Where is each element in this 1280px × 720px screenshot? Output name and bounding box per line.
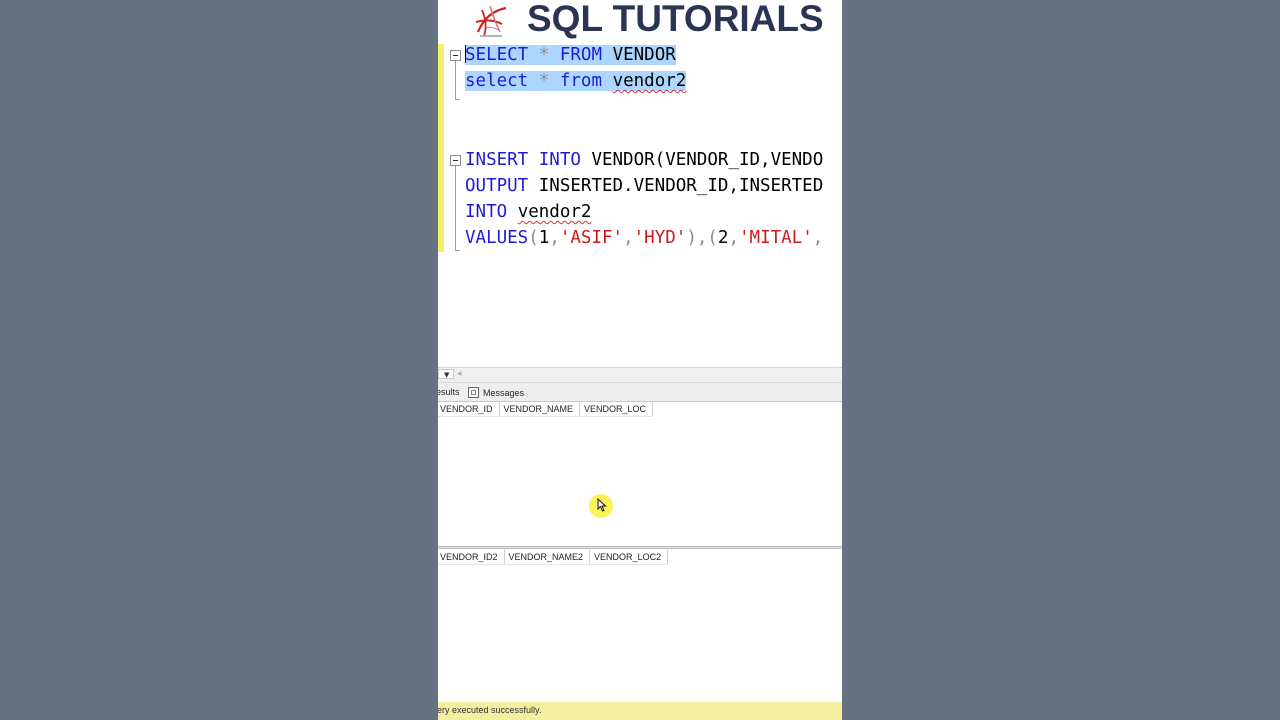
fold-guide	[455, 166, 456, 250]
banner-title: SQL TUTORIALS	[527, 0, 824, 39]
string-literal: 'ASIF'	[559, 228, 624, 248]
column-header[interactable]: VENDOR_NAME2	[505, 550, 591, 564]
table-name-unresolved: vendor2	[517, 202, 592, 222]
query-editor[interactable]: SELECT * FROM VENDOR select * from vendo…	[438, 42, 842, 367]
banner: SQL TUTORIALS	[438, 0, 842, 42]
keyword-select: SELECT	[465, 45, 529, 65]
number-literal: 2	[717, 228, 729, 248]
change-tracking-bar	[438, 44, 444, 252]
keyword-into: INTO	[465, 202, 508, 222]
output-columns: INSERTED.VENDOR_ID,INSERTED	[538, 176, 824, 196]
keyword-values: VALUES	[465, 228, 529, 248]
column-header[interactable]: VENDOR_NAME	[500, 402, 581, 416]
number-literal: 1	[538, 228, 550, 248]
column-header[interactable]: VENDOR_LOC	[580, 402, 654, 416]
results-grid-2[interactable]: VENDOR_ID2 VENDOR_NAME2 VENDOR_LOC2	[438, 550, 842, 702]
collapse-toggle-icon[interactable]	[450, 155, 461, 166]
keyword-from: FROM	[559, 45, 603, 65]
code-line-1[interactable]: SELECT * FROM VENDOR	[465, 42, 676, 68]
keyword-insert-into: INSERT INTO	[465, 150, 581, 170]
results-tab-strip: esults Messages	[438, 383, 842, 402]
fold-guide-end	[455, 250, 460, 251]
collapse-toggle-icon[interactable]	[450, 50, 461, 61]
scroll-left-icon[interactable]: ◂	[457, 369, 462, 379]
tab-messages-label: Messages	[483, 387, 525, 398]
messages-icon	[468, 387, 479, 398]
code-line-2[interactable]: select * from vendor2	[465, 68, 687, 94]
results-grid-1[interactable]: VENDOR_ID VENDOR_NAME VENDOR_LOC	[438, 402, 842, 546]
grid-header: VENDOR_ID2 VENDOR_NAME2 VENDOR_LOC2	[438, 550, 669, 565]
table-name: VENDOR	[612, 45, 676, 65]
video-frame: SQL TUTORIALS SELECT * FROM VENDOR selec…	[438, 0, 842, 720]
column-header[interactable]: VENDOR_ID	[438, 402, 500, 416]
chevron-down-icon[interactable]: ▼	[444, 371, 449, 379]
operator-star: *	[538, 45, 550, 65]
code-line-5[interactable]: INSERT INTO VENDOR(VENDOR_ID,VENDO	[465, 147, 823, 173]
tab-results[interactable]: esults	[438, 387, 460, 397]
insert-target: VENDOR(VENDOR_ID,VENDO	[591, 150, 824, 170]
code-line-8[interactable]: VALUES(1,'ASIF','HYD'),(2,'MITAL',	[465, 225, 823, 251]
mouse-pointer-icon	[597, 498, 607, 512]
code-line-7[interactable]: INTO vendor2	[465, 199, 591, 225]
operator-star: *	[538, 71, 550, 91]
fold-guide-end	[455, 99, 460, 100]
fold-guide	[455, 61, 456, 99]
status-text: ery executed successfully.	[438, 705, 542, 715]
sql-server-logo-icon	[475, 5, 507, 37]
tab-messages[interactable]: Messages	[468, 387, 524, 398]
keyword-select: select	[465, 71, 529, 91]
grid-header: VENDOR_ID VENDOR_NAME VENDOR_LOC	[438, 402, 654, 417]
editor-results-splitter[interactable]: ▼ ◂	[438, 367, 842, 383]
keyword-output: OUTPUT	[465, 176, 529, 196]
column-header[interactable]: VENDOR_LOC2	[590, 550, 669, 564]
table-name-unresolved: vendor2	[612, 71, 687, 91]
string-literal: 'MITAL'	[739, 228, 813, 248]
string-literal: 'HYD'	[633, 228, 687, 248]
grid-separator[interactable]	[438, 546, 842, 549]
code-line-6[interactable]: OUTPUT INSERTED.VENDOR_ID,INSERTED	[465, 173, 823, 199]
column-header[interactable]: VENDOR_ID2	[438, 550, 505, 564]
status-bar: ery executed successfully.	[438, 702, 842, 720]
keyword-from: from	[559, 71, 603, 91]
